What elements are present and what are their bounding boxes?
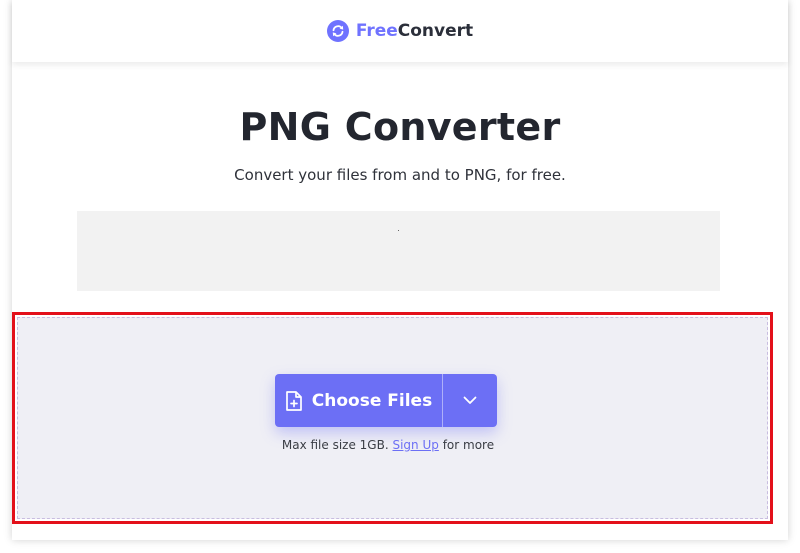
max-size-prefix: Max file size 1GB. [281, 438, 389, 452]
choose-files-button[interactable]: Choose Files [275, 374, 442, 427]
logo-text-free: Free [355, 21, 398, 41]
page-title: PNG Converter [239, 105, 561, 149]
site-header: FreeConvert [12, 0, 788, 62]
page-subtitle: Convert your files from and to PNG, for … [234, 166, 566, 184]
max-file-size-note: Max file size 1GB. Sign Up for more [0, 438, 776, 452]
logo-text-convert: Convert [397, 21, 474, 41]
ad-placeholder [77, 211, 720, 291]
upload-source-dropdown[interactable] [443, 374, 497, 427]
ad-dot [398, 230, 399, 231]
logo-text: FreeConvert [356, 21, 473, 41]
choose-files-label: Choose Files [311, 390, 433, 411]
max-size-suffix: for more [442, 438, 495, 452]
sign-up-link[interactable]: Sign Up [392, 438, 438, 452]
chevron-down-icon [463, 396, 477, 404]
site-logo[interactable]: FreeConvert [326, 20, 473, 42]
refresh-circle-icon [326, 20, 349, 42]
file-plus-icon [285, 390, 302, 411]
choose-files-button-group: Choose Files [275, 374, 497, 427]
